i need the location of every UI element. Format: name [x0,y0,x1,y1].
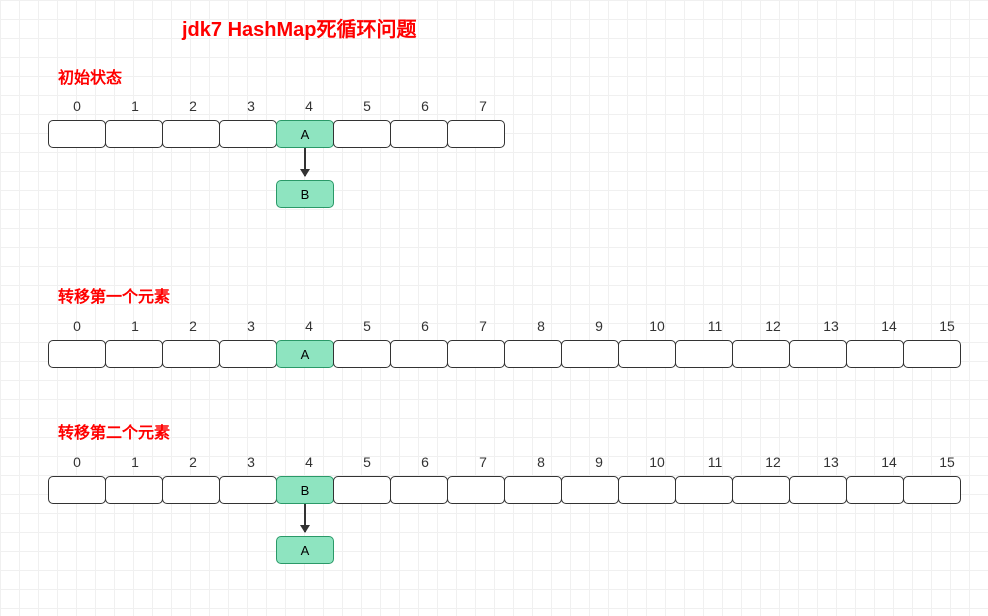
array-cell [789,476,847,504]
array-cell-filled: A [276,340,334,368]
arrow-down-icon [304,504,306,532]
index-label: 7 [454,98,512,114]
array-cell [48,476,106,504]
index-label: 5 [338,318,396,334]
array-cell [447,476,505,504]
index-label: 3 [222,98,280,114]
array-cell [162,476,220,504]
index-label: 6 [396,318,454,334]
chain-node: A [276,536,334,564]
index-label: 15 [918,318,976,334]
index-label: 7 [454,318,512,334]
array-cell [903,340,961,368]
array-cell [105,340,163,368]
index-label: 1 [106,318,164,334]
arrow-down-icon [304,148,306,176]
section-transfer1-label: 转移第一个元素 [58,283,170,307]
index-label: 9 [570,454,628,470]
array-cell [333,340,391,368]
array-cell [48,120,106,148]
array-cell [390,340,448,368]
transfer1-array: A [48,340,961,368]
array-cell [732,340,790,368]
array-cell [618,340,676,368]
index-label: 9 [570,318,628,334]
array-cell [105,120,163,148]
array-cell [390,120,448,148]
index-label: 2 [164,98,222,114]
array-cell [903,476,961,504]
index-label: 14 [860,454,918,470]
array-cell [219,120,277,148]
array-cell [561,476,619,504]
array-cell [333,476,391,504]
index-label: 4 [280,454,338,470]
index-label: 1 [106,98,164,114]
index-label: 11 [686,318,744,334]
index-label: 11 [686,454,744,470]
index-label: 3 [222,318,280,334]
array-cell [504,476,562,504]
index-label: 8 [512,454,570,470]
array-cell [846,476,904,504]
index-label: 5 [338,454,396,470]
index-label: 0 [48,98,106,114]
index-label: 12 [744,318,802,334]
array-cell [219,340,277,368]
transfer2-array: B [48,476,961,504]
index-label: 3 [222,454,280,470]
index-label: 4 [280,98,338,114]
index-label: 2 [164,318,222,334]
initial-index-row: 0 1 2 3 4 5 6 7 [48,98,512,114]
array-cell-filled: A [276,120,334,148]
index-label: 13 [802,454,860,470]
array-cell [105,476,163,504]
array-cell [675,476,733,504]
array-cell [390,476,448,504]
array-cell [48,340,106,368]
array-cell [504,340,562,368]
array-cell [618,476,676,504]
index-label: 1 [106,454,164,470]
initial-array: A [48,120,505,148]
index-label: 14 [860,318,918,334]
array-cell [561,340,619,368]
index-label: 6 [396,454,454,470]
array-cell [675,340,733,368]
index-label: 15 [918,454,976,470]
array-cell [447,120,505,148]
section-transfer2-label: 转移第二个元素 [58,419,170,443]
transfer1-index-row: 0 1 2 3 4 5 6 7 8 9 10 11 12 13 14 15 [48,318,976,334]
array-cell [447,340,505,368]
index-label: 5 [338,98,396,114]
array-cell [333,120,391,148]
index-label: 4 [280,318,338,334]
array-cell [789,340,847,368]
index-label: 0 [48,318,106,334]
index-label: 8 [512,318,570,334]
array-cell [162,340,220,368]
transfer2-index-row: 0 1 2 3 4 5 6 7 8 9 10 11 12 13 14 15 [48,454,976,470]
index-label: 0 [48,454,106,470]
array-cell [219,476,277,504]
index-label: 10 [628,454,686,470]
array-cell [162,120,220,148]
chain-node: B [276,180,334,208]
index-label: 7 [454,454,512,470]
page-title: jdk7 HashMap死循环问题 [182,13,416,42]
index-label: 6 [396,98,454,114]
array-cell-filled: B [276,476,334,504]
index-label: 10 [628,318,686,334]
array-cell [732,476,790,504]
index-label: 2 [164,454,222,470]
array-cell [846,340,904,368]
index-label: 13 [802,318,860,334]
index-label: 12 [744,454,802,470]
section-initial-label: 初始状态 [58,64,122,88]
